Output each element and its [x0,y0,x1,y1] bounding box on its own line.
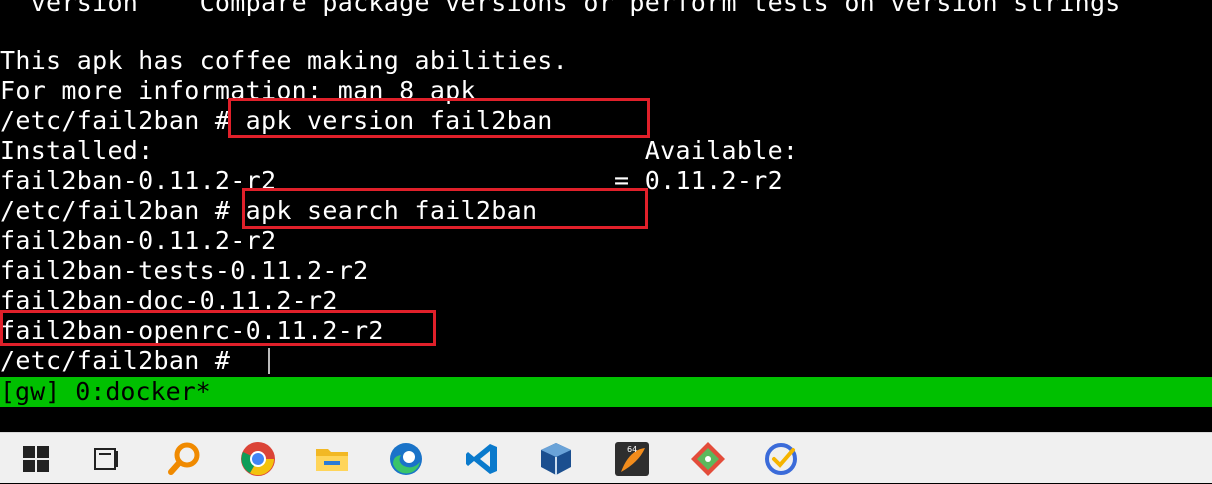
git-icon[interactable] [684,433,732,484]
app-64-icon[interactable]: 64 [608,433,656,484]
terminal-line: fail2ban-tests-0.11.2-r2 [0,256,369,285]
vscode-icon[interactable] [458,433,506,484]
terminal-window[interactable]: version Compare package versions or perf… [0,0,1212,432]
search-magnifier-icon[interactable] [160,433,208,484]
svg-text:64: 64 [627,445,637,454]
text-cursor [268,348,270,374]
terminal-prompt[interactable]: /etc/fail2ban # [0,346,246,376]
terminal-line: This apk has coffee making abilities. [0,46,568,75]
highlight-box-apk-version [228,98,650,138]
chrome-icon[interactable] [234,433,282,484]
windows-taskbar: 64 [0,432,1212,483]
terminal-line: version Compare package versions or perf… [0,0,1121,17]
virtualbox-icon[interactable] [532,433,580,484]
windows-start-icon[interactable] [12,433,60,484]
task-view-icon[interactable] [82,433,130,484]
edge-icon[interactable] [382,433,430,484]
highlight-box-openrc [0,310,436,346]
terminal-line: Installed: Available: [0,136,799,165]
todo-check-icon[interactable] [758,433,806,484]
highlight-box-apk-search [242,188,648,229]
tmux-status-bar: [gw] 0:docker* [0,377,1212,407]
terminal-line: fail2ban-0.11.2-r2 [0,226,277,255]
file-explorer-icon[interactable] [308,433,356,484]
